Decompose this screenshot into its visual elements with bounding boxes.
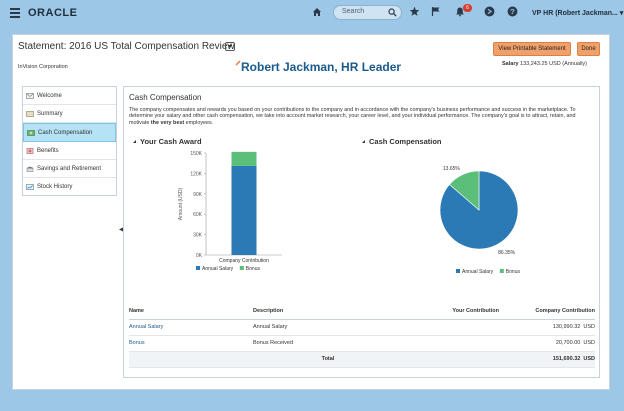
table-header-row: Name Description Your Contribution Compa… xyxy=(129,303,595,320)
page-title: Statement: 2016 US Total Compensation Re… xyxy=(18,41,235,52)
legend-swatch xyxy=(239,266,244,270)
nav-item-cash-compensation[interactable]: Cash Compensation xyxy=(23,123,116,142)
currency: USD xyxy=(583,324,595,330)
col-header-description: Description xyxy=(253,303,403,320)
legend-label: Bonus xyxy=(246,266,261,272)
flag-icon[interactable] xyxy=(431,6,441,17)
search-icon[interactable] xyxy=(388,8,397,17)
oracle-logo: ORACLE xyxy=(28,7,78,19)
y-tick-label: 0K xyxy=(196,253,203,259)
intro-text-c: employees. xyxy=(184,119,214,126)
title-dropdown-chevron-down-icon[interactable] xyxy=(225,42,235,51)
stock-icon xyxy=(26,184,34,190)
y-axis-label: Amount (USD) xyxy=(178,187,184,220)
employee-name: Robert Jackman, HR Leader xyxy=(241,60,402,74)
top-bar: ORACLE Search 6 ? VP HR (Robert Jackman.… xyxy=(0,0,624,28)
cash-compensation-pie-chart: 86.35% 13.65% Annual Salary Bonus xyxy=(439,166,521,275)
nav-item-benefits[interactable]: Benefits xyxy=(23,142,116,160)
benefits-icon xyxy=(26,147,34,154)
nav-item-stock-history[interactable]: Stock History xyxy=(23,178,116,196)
welcome-icon xyxy=(26,93,34,99)
svg-text:?: ? xyxy=(510,7,515,16)
cash-compensation-heading[interactable]: Cash Compensation xyxy=(362,137,442,146)
legend-label: Annual Salary xyxy=(462,269,494,275)
bar-segment-annual-salary[interactable] xyxy=(231,165,257,255)
y-tick-label: 60K xyxy=(193,212,203,218)
col-header-your-contribution: Your Contribution xyxy=(403,303,499,320)
bar-segment-bonus[interactable] xyxy=(231,151,257,166)
nav-item-welcome[interactable]: Welcome xyxy=(23,87,116,106)
row-description: Bonus Received xyxy=(253,335,403,352)
salary-summary: Salary 133,243.25 USD (Annually) xyxy=(502,61,587,67)
nav-item-label: Cash Compensation xyxy=(38,130,93,137)
row-company-contribution: 130,990.32 USD xyxy=(499,319,595,336)
hamburger-menu-icon[interactable] xyxy=(10,8,20,18)
y-tick-label: 90K xyxy=(193,192,203,198)
amount: 130,990.32 xyxy=(552,324,581,330)
col-header-name: Name xyxy=(129,303,253,320)
help-icon[interactable]: ? xyxy=(507,6,518,17)
global-search-input[interactable]: Search xyxy=(333,5,402,20)
nav-item-label: Stock History xyxy=(37,183,73,190)
legend-swatch xyxy=(499,269,504,273)
table-total-row: Total 151,690.32 USD xyxy=(129,351,595,368)
x-tick-label: Company Contribution xyxy=(219,258,269,264)
nav-item-label: Summary xyxy=(37,111,63,118)
legend-swatch xyxy=(196,266,200,270)
company-name: InVision Corporation xyxy=(18,64,68,70)
legend-label: Annual Salary xyxy=(202,266,234,272)
search-placeholder: Search xyxy=(342,8,365,15)
your-cash-award-heading[interactable]: Your Cash Award xyxy=(133,137,202,146)
table-row: Annual Salary Annual Salary 130,990.32 U… xyxy=(129,319,595,336)
home-icon[interactable] xyxy=(312,7,322,17)
pie-data-label: 86.35% xyxy=(498,250,516,256)
salary-label: Salary xyxy=(502,61,519,67)
row-description: Annual Salary xyxy=(253,319,403,336)
legend-label: Bonus xyxy=(506,269,521,275)
settings-circle-icon[interactable] xyxy=(484,6,495,17)
intro-text-bold: the very best xyxy=(150,119,185,126)
cash-icon xyxy=(27,130,35,137)
favorites-star-icon[interactable] xyxy=(409,6,420,17)
row-company-contribution: 20,700.00 USD xyxy=(499,335,595,352)
summary-icon xyxy=(26,111,34,117)
statement-nav: Welcome Summary Cash Compensation Benefi… xyxy=(22,86,117,196)
nav-item-label: Benefits xyxy=(37,147,59,154)
col-header-company-contribution: Company Contribution xyxy=(499,303,595,320)
total-currency: USD xyxy=(583,356,595,362)
row-your-contribution xyxy=(403,335,499,352)
cash-compensation-section: Cash Compensation The company compensate… xyxy=(123,86,600,378)
row-name-link[interactable]: Bonus xyxy=(129,335,253,352)
row-name-link[interactable]: Annual Salary xyxy=(129,319,253,336)
total-spacer xyxy=(129,351,253,368)
row-your-contribution xyxy=(403,319,499,336)
y-tick-label: 120K xyxy=(190,171,202,177)
nav-item-savings-retirement[interactable]: Savings and Retirement xyxy=(23,160,116,178)
intro-paragraph: The company compensates and rewards you … xyxy=(129,107,584,126)
total-amount: 151,690.32 xyxy=(552,356,581,362)
salary-value: 133,243.25 USD (Annually) xyxy=(520,61,588,67)
nav-item-label: Savings and Retirement xyxy=(37,165,102,172)
total-your-contribution xyxy=(403,351,499,368)
nav-item-summary[interactable]: Summary xyxy=(23,105,116,124)
view-printable-statement-button[interactable]: View Printable Statement xyxy=(493,42,571,56)
total-company-contribution: 151,690.32 USD xyxy=(499,351,595,368)
legend-swatch xyxy=(456,269,460,273)
currency: USD xyxy=(583,340,595,346)
notification-count-badge: 6 xyxy=(463,4,472,12)
y-tick-label: 150K xyxy=(190,151,202,157)
table-row: Bonus Bonus Received 20,700.00 USD xyxy=(129,335,595,352)
amount: 20,700.00 xyxy=(555,340,581,346)
total-label: Total xyxy=(253,351,403,368)
cash-award-bar-chart: 0K 30K 60K 90K 120K 150K Amount (USD) Company C… xyxy=(178,151,282,272)
user-menu[interactable]: VP HR (Robert Jackman... ▾ xyxy=(532,9,623,17)
nav-item-label: Welcome xyxy=(37,93,62,99)
section-title: Cash Compensation xyxy=(129,93,202,102)
compensation-table: Name Description Your Contribution Compa… xyxy=(129,303,595,368)
pie-data-label: 13.65% xyxy=(443,166,461,172)
y-tick-label: 30K xyxy=(193,233,203,239)
compensation-statement-panel: Statement: 2016 US Total Compensation Re… xyxy=(12,34,610,390)
savings-icon xyxy=(26,166,34,172)
done-button[interactable]: Done xyxy=(577,42,600,56)
